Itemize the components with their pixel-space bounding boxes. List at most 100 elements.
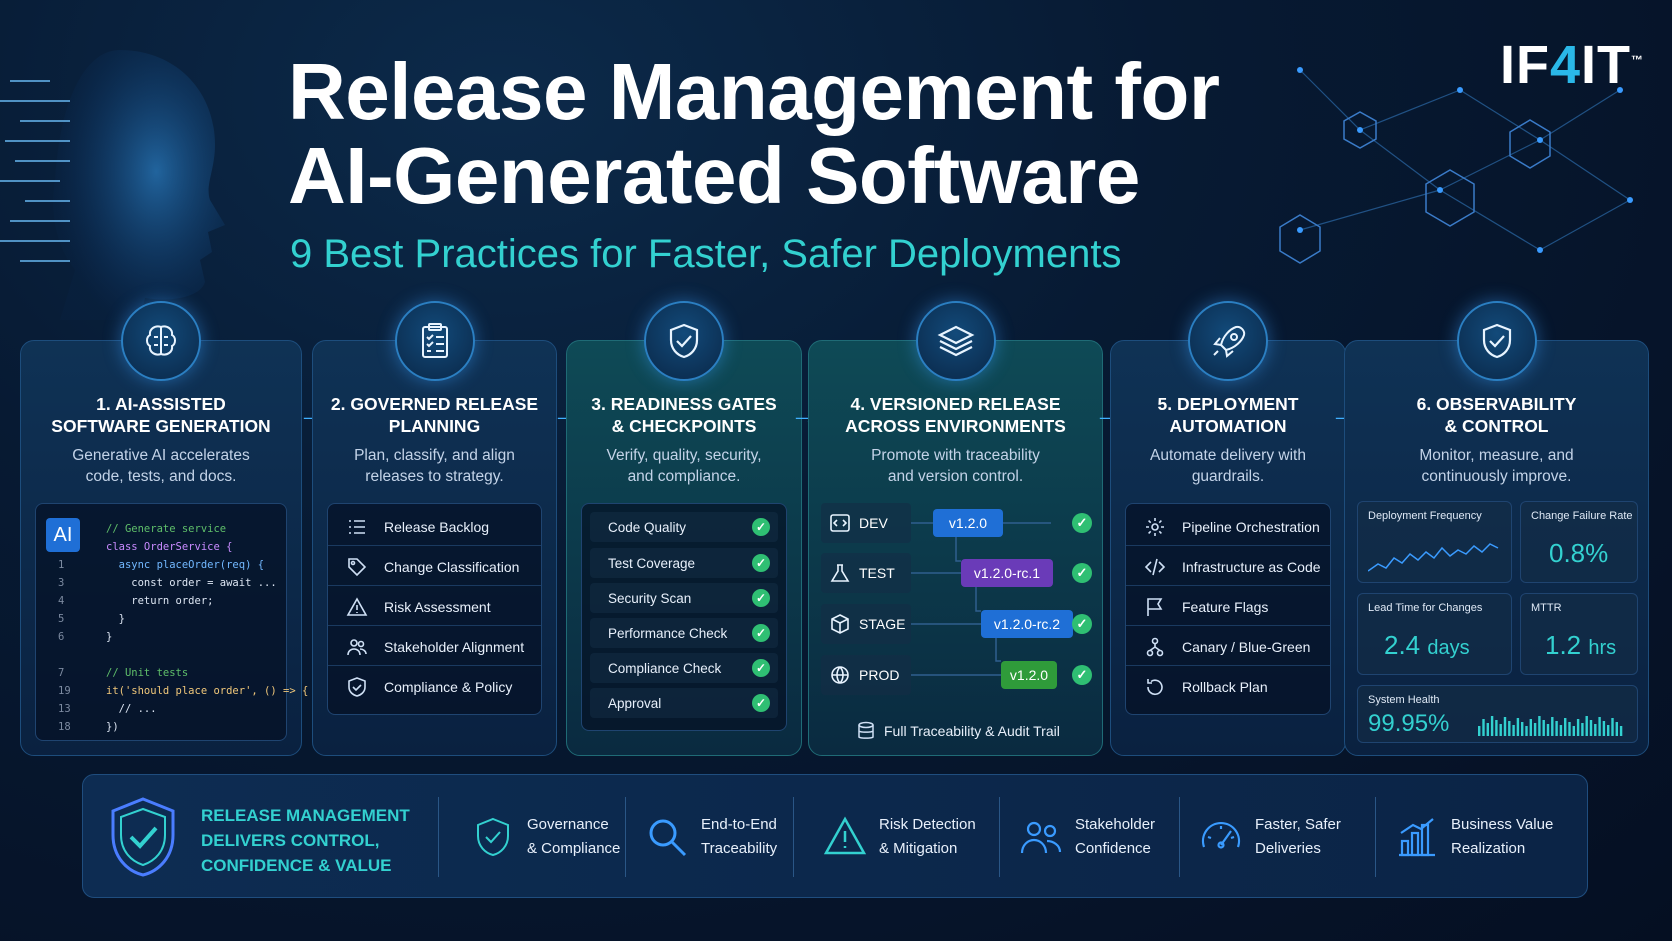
rollback-icon — [1140, 676, 1170, 698]
code-line: // Generate service — [36, 520, 286, 538]
health-bar — [1594, 724, 1597, 736]
divider — [1375, 797, 1376, 877]
version-badge: v1.2.0 — [933, 509, 1003, 537]
health-bar — [1516, 718, 1520, 736]
divider — [999, 797, 1000, 877]
health-bar — [1555, 721, 1558, 736]
warning-icon — [342, 596, 372, 618]
list-item: Compliance & Policy — [328, 668, 541, 706]
divider — [793, 797, 794, 877]
code-line: 19 it('should place order', () => { — [36, 682, 308, 700]
list-item: Stakeholder Alignment — [328, 628, 541, 666]
list-icon — [342, 516, 372, 538]
step-title: 1. AI-ASSISTED SOFTWARE GENERATION — [51, 394, 271, 436]
check-icon: ✓ — [1072, 665, 1092, 685]
users-icon — [342, 636, 372, 658]
banner-headline: RELEASE MANAGEMENT DELIVERS CONTROL, CON… — [201, 806, 410, 875]
check-icon: ✓ — [752, 694, 770, 712]
code-text: } — [106, 631, 113, 643]
gate-item: Approval ✓ — [590, 688, 778, 718]
warning-icon — [823, 816, 867, 855]
health-bar — [1598, 717, 1601, 736]
divider — [438, 797, 439, 877]
benefit-stakeholder: Stakeholder Confidence — [1019, 807, 1155, 867]
benefit-faster-deliveries: Faster, Safer Deliveries — [1199, 807, 1341, 867]
health-bar — [1525, 726, 1528, 736]
step-description: Plan, classify, and align releases to str… — [354, 447, 515, 485]
health-bar — [1486, 723, 1489, 736]
list-item: Feature Flags — [1126, 588, 1330, 626]
health-bar — [1546, 724, 1550, 736]
list-item: Infrastructure as Code — [1126, 548, 1330, 586]
check-icon: ✓ — [752, 589, 770, 607]
code-icon — [830, 514, 850, 532]
gate-item: Security Scan ✓ — [590, 583, 778, 613]
step-readiness-gates: 3. READINESS GATES & CHECKPOINTS Verify, … — [566, 301, 802, 756]
shield-icon — [342, 676, 372, 698]
env-stage: STAGE — [821, 604, 911, 644]
metric-change-failure-rate: Change Failure Rate 0.8% — [1520, 501, 1638, 583]
line-number: 3 — [58, 577, 65, 589]
health-bar — [1611, 718, 1614, 736]
health-bar — [1615, 722, 1618, 736]
step-title: 4. VERSIONED RELEASE ACROSS ENVIRONMENTS — [845, 394, 1066, 436]
health-bar — [1538, 716, 1541, 736]
check-icon: ✓ — [1072, 563, 1092, 583]
flag-icon — [1140, 596, 1170, 618]
line-number: 1 — [58, 559, 65, 571]
page-title: Release Management for AI-Generated Soft… — [288, 47, 1220, 220]
users-icon — [1020, 821, 1062, 854]
line-number: 6 — [58, 631, 65, 643]
step-description: Verify, quality, security, and compliance… — [606, 447, 762, 485]
list-item: Change Classification — [328, 548, 541, 586]
health-bar — [1508, 721, 1511, 736]
code-line: 5 } — [36, 610, 286, 628]
shield-check-icon — [644, 301, 724, 381]
line-number: 13 — [58, 703, 71, 715]
summary-banner: RELEASE MANAGEMENT DELIVERS CONTROL, CON… — [82, 774, 1588, 898]
rocket-icon — [1188, 301, 1268, 381]
env-dev: DEV — [821, 503, 911, 543]
line-number: 5 — [58, 613, 65, 625]
line-number: 18 — [58, 721, 71, 733]
code-line: 4 return order; — [36, 592, 286, 610]
code-text: class OrderService { — [106, 541, 233, 553]
line-number: 19 — [58, 685, 71, 697]
benefit-governance: Governance & Compliance — [471, 807, 620, 867]
brain-icon — [121, 301, 201, 381]
code-line: 13 // ... — [36, 700, 286, 718]
health-bar — [1503, 717, 1507, 736]
bar-chart-icon — [1399, 818, 1435, 857]
code-line: 1 async placeOrder(req) { — [36, 556, 286, 574]
gear-icon — [1140, 516, 1170, 538]
health-bar — [1607, 725, 1610, 736]
database-icon — [858, 721, 874, 739]
ai-face-graphic — [0, 50, 226, 320]
code-line: 18}) — [36, 718, 286, 736]
step-title: 6. OBSERVABILITY & CONTROL — [1416, 394, 1577, 436]
health-bar — [1521, 722, 1524, 736]
code-text: async placeOrder(req) { — [106, 559, 265, 571]
list-item: Rollback Plan — [1126, 668, 1330, 706]
health-bar — [1495, 720, 1498, 736]
benefit-traceability: End-to-End Traceability — [645, 807, 777, 867]
step-title: 5. DEPLOYMENT AUTOMATION — [1157, 394, 1299, 436]
shield-check-icon — [111, 797, 175, 877]
health-bar — [1602, 721, 1606, 736]
check-icon: ✓ — [752, 518, 770, 536]
code-text: // ... — [106, 703, 157, 715]
globe-icon — [831, 666, 849, 684]
code-icon — [1140, 556, 1170, 578]
code-line: class OrderService { — [36, 538, 286, 556]
version-badge: v1.2.0-rc.1 — [961, 559, 1053, 587]
step-versioned-release: 4. VERSIONED RELEASE ACROSS ENVIRONMENTS … — [808, 301, 1103, 756]
env-prod: PROD — [821, 655, 911, 695]
health-bar — [1581, 723, 1584, 736]
check-icon: ✓ — [752, 624, 770, 642]
version-badge: v1.2.0 — [1001, 661, 1057, 689]
health-bar — [1499, 724, 1502, 736]
health-bar — [1551, 717, 1554, 736]
cube-icon — [831, 614, 849, 634]
step-ai-generation: 1. AI-ASSISTED SOFTWARE GENERATION Genera… — [20, 301, 308, 756]
